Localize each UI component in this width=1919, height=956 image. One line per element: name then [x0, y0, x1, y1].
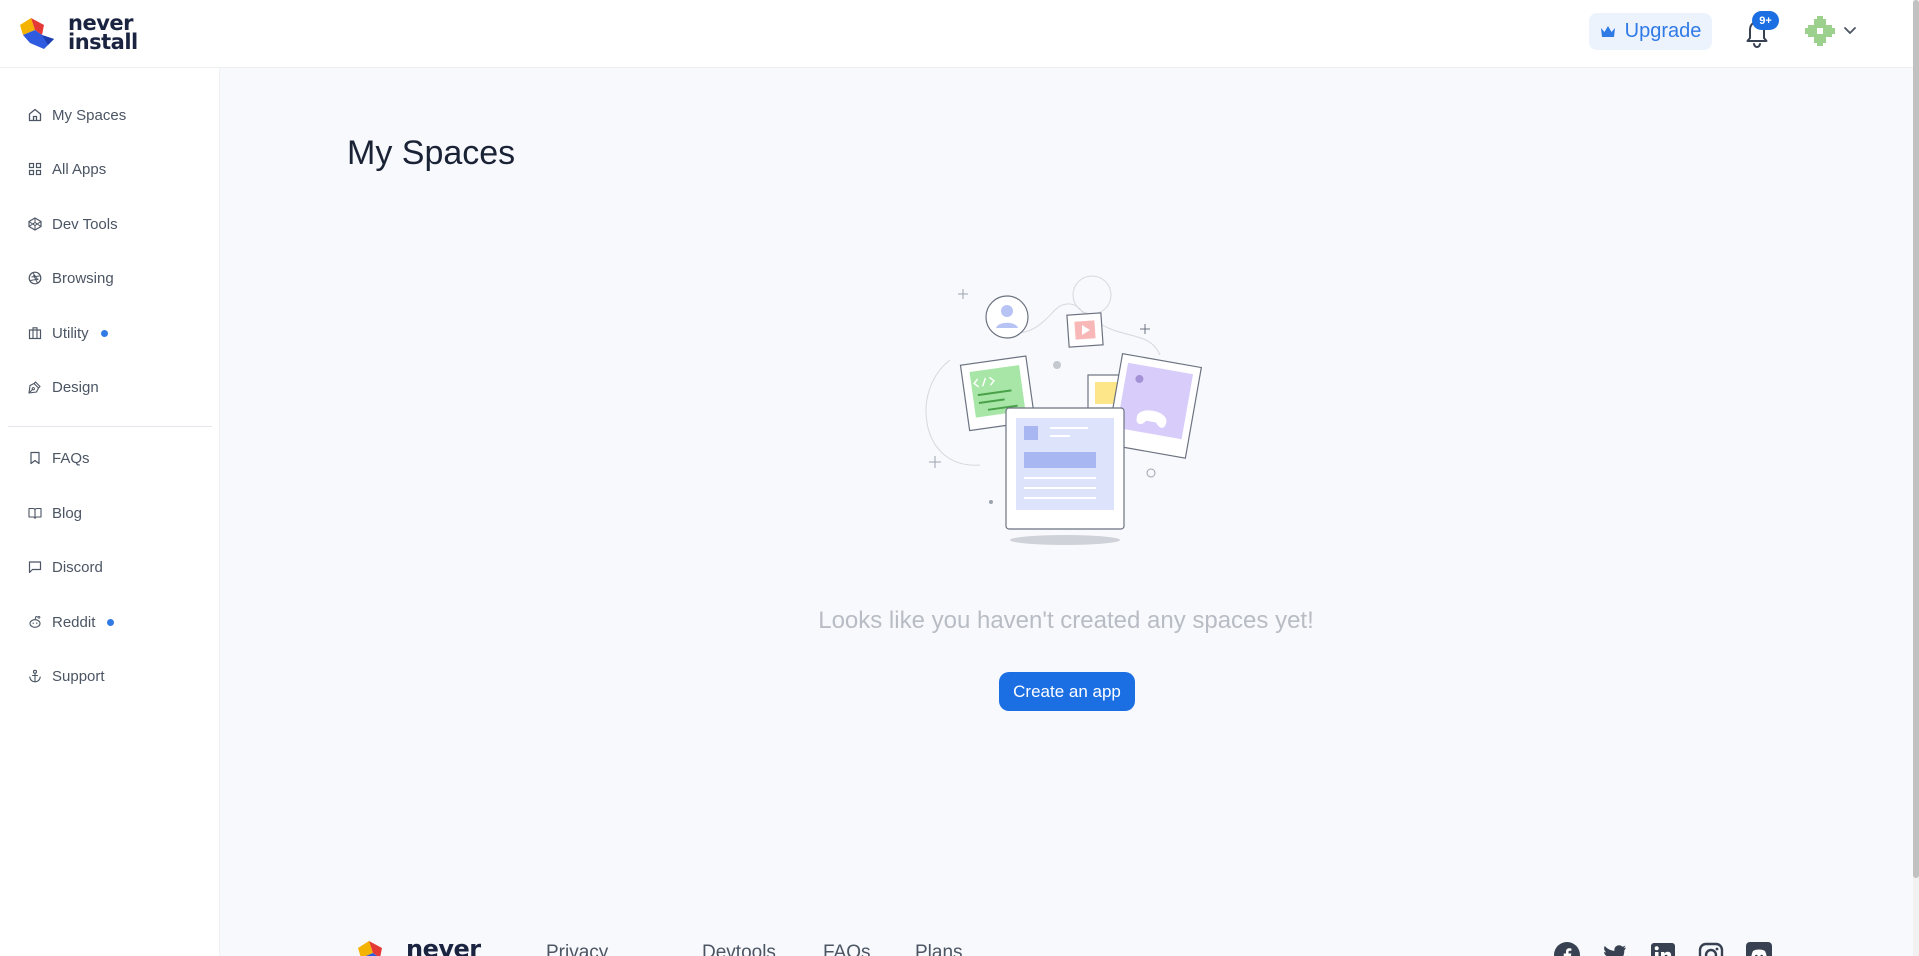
- sidebar: My Spaces All Apps Dev Tools Browsing Ut…: [0, 68, 220, 956]
- sidebar-item-label: Support: [52, 667, 105, 685]
- sidebar-item-label: Browsing: [52, 269, 114, 287]
- page-title: My Spaces: [347, 134, 516, 172]
- sidebar-item-utility[interactable]: Utility: [28, 321, 108, 345]
- footer-link-devtools[interactable]: Devtools: [702, 942, 776, 956]
- sidebar-item-dev-tools[interactable]: Dev Tools: [28, 212, 118, 236]
- home-icon: [28, 108, 42, 122]
- sidebar-item-label: Reddit: [52, 613, 96, 631]
- upgrade-label: Upgrade: [1624, 20, 1702, 42]
- brand-wordmark: never install: [68, 13, 138, 54]
- aperture-icon: [28, 271, 42, 285]
- footer-link-faqs[interactable]: FAQs: [823, 942, 871, 956]
- page-scrollbar[interactable]: [1913, 0, 1919, 956]
- sidebar-item-design[interactable]: Design: [28, 375, 99, 399]
- sidebar-item-label: My Spaces: [52, 106, 127, 124]
- sidebar-item-browsing[interactable]: Browsing: [28, 266, 114, 290]
- bookmark-icon: [30, 451, 40, 465]
- sidebar-item-blog[interactable]: Blog: [28, 501, 82, 525]
- sidebar-item-label: FAQs: [52, 449, 90, 467]
- nevinstall-logo-icon: [20, 18, 54, 49]
- footer-logo[interactable]: never: [356, 935, 481, 956]
- instagram-icon[interactable]: [1698, 942, 1724, 956]
- sidebar-item-all-apps[interactable]: All Apps: [28, 157, 106, 181]
- empty-state-message: Looks like you haven't created any space…: [818, 607, 1314, 634]
- footer-brand-wordmark: never: [406, 935, 481, 956]
- anchor-icon: [29, 669, 41, 683]
- brand-line-2: install: [68, 30, 138, 54]
- chevron-down-icon: [1844, 27, 1856, 34]
- pen-tool-icon: [28, 381, 41, 394]
- brand-logo[interactable]: never install: [18, 13, 138, 54]
- sidebar-divider: [8, 426, 212, 427]
- crown-icon: [1600, 25, 1615, 37]
- message-square-icon: [28, 561, 42, 574]
- linkedin-icon[interactable]: [1650, 942, 1676, 956]
- footer-link-privacy[interactable]: Privacy: [546, 942, 608, 956]
- sidebar-item-label: Dev Tools: [52, 215, 118, 233]
- sidebar-item-reddit[interactable]: Reddit: [28, 610, 115, 634]
- sidebar-item-label: Discord: [52, 558, 103, 576]
- scrollbar-thumb[interactable]: [1913, 0, 1919, 878]
- sidebar-item-discord[interactable]: Discord: [28, 555, 103, 579]
- nevinstall-logo-icon: [358, 941, 382, 956]
- sidebar-item-label: Design: [52, 378, 99, 396]
- sidebar-item-faqs[interactable]: FAQs: [28, 446, 90, 470]
- create-app-button[interactable]: Create an app: [999, 672, 1135, 711]
- sidebar-item-label: Blog: [52, 504, 83, 522]
- upgrade-button[interactable]: Upgrade: [1589, 13, 1712, 50]
- sidebar-item-support[interactable]: Support: [28, 664, 105, 688]
- book-open-icon: [28, 507, 42, 520]
- notification-badge: 9+: [1752, 11, 1779, 30]
- avatar: [1805, 16, 1835, 46]
- top-header: never install Upgrade 9+: [0, 0, 1913, 68]
- discord-icon[interactable]: [1746, 942, 1772, 956]
- briefcase-icon: [28, 327, 42, 340]
- twitter-icon[interactable]: [1602, 942, 1628, 956]
- sidebar-item-label: All Apps: [52, 160, 107, 178]
- grid-icon: [28, 162, 42, 176]
- empty-state-illustration: [925, 275, 1203, 545]
- reddit-icon: [29, 615, 41, 628]
- new-indicator-dot: [100, 329, 108, 337]
- facebook-icon[interactable]: [1554, 942, 1580, 956]
- footer-link-plans[interactable]: Plans: [915, 942, 963, 956]
- sidebar-item-label: Utility: [52, 324, 89, 342]
- user-menu[interactable]: [1805, 16, 1857, 46]
- sidebar-item-my-spaces[interactable]: My Spaces: [28, 103, 126, 127]
- codepen-icon: [28, 217, 42, 231]
- new-indicator-dot: [107, 618, 115, 626]
